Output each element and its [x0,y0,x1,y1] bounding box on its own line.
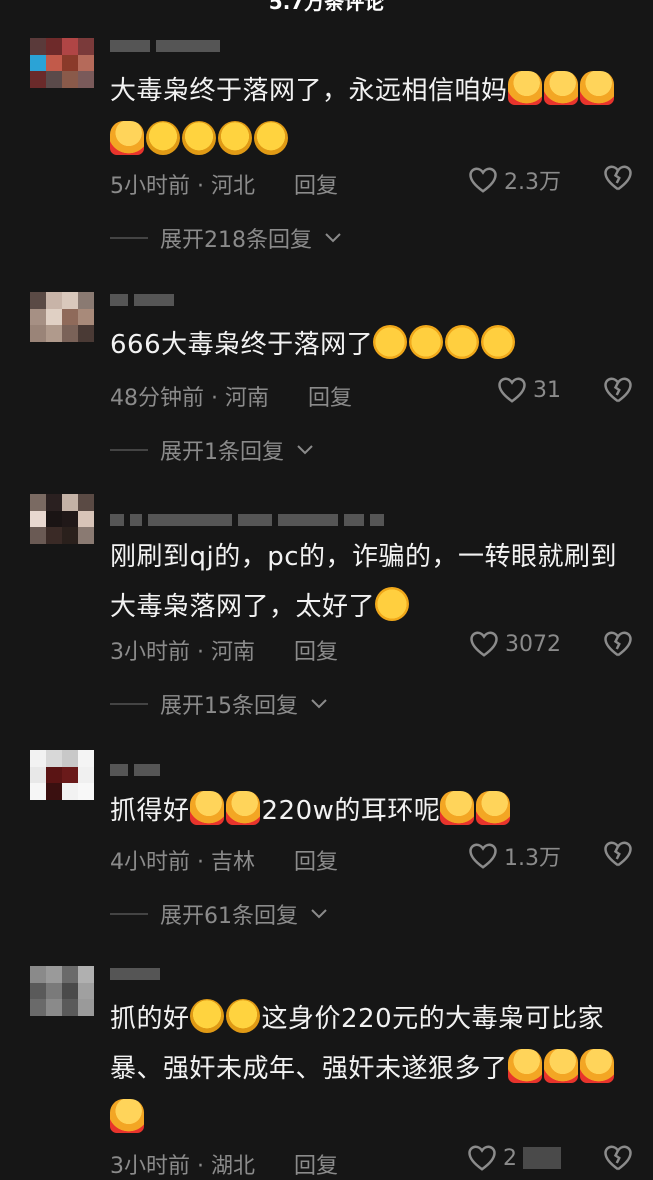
avatar[interactable] [30,966,94,1016]
clap-emoji [225,999,260,1033]
comment-meta: 48分钟前 · 河南 [110,386,269,411]
broken-heart-icon [604,631,632,657]
like-button[interactable]: 2 [467,1144,561,1172]
username-blurred[interactable] [110,40,220,54]
thumbs-up-emoji [110,121,144,155]
comments-count-title: 5.7万条评论 [268,0,385,14]
reply-button[interactable]: 回复 [294,168,338,200]
chevron-down-icon [311,909,327,919]
comment-meta: 3小时前 · 河南 [110,640,255,665]
thumbs-up-emoji [543,1049,578,1083]
username-blurred[interactable] [110,968,160,982]
thumbs-up-emoji [440,791,475,825]
divider-line [110,703,148,705]
thumbs-up-emoji [507,71,542,105]
expand-replies-button[interactable]: 展开1条回复 [110,434,314,466]
chevron-down-icon [297,445,313,455]
reply-button[interactable]: 回复 [294,844,338,876]
avatar[interactable] [30,494,94,544]
like-button[interactable]: 2.3万 [468,164,561,196]
broken-heart-icon [604,377,632,403]
clap-emoji [189,999,224,1033]
like-count: 31 [533,377,561,403]
comment-text: 666大毒枭终于落网了 [110,320,640,370]
grin-emoji [375,587,410,621]
like-button[interactable]: 31 [497,376,561,404]
thumbs-up-emoji [507,1049,542,1083]
dislike-button[interactable] [603,1144,633,1176]
like-button[interactable]: 3072 [469,630,561,658]
dislike-button[interactable] [603,376,633,408]
clap-emoji [218,121,252,155]
comment-text: 抓得好 220w的耳环呢 [110,786,640,836]
clap-emoji [146,121,180,155]
chevron-down-icon [311,699,327,709]
divider-line [110,449,148,451]
heart-outline-icon [469,167,497,193]
expand-replies-button[interactable]: 展开15条回复 [110,688,328,720]
thumbs-up-emoji [476,791,511,825]
grin-emoji [409,325,444,359]
reply-button[interactable]: 回复 [294,1148,338,1180]
heart-outline-icon [469,843,497,869]
dislike-button[interactable] [603,164,633,196]
broken-heart-icon [604,165,632,191]
chevron-down-icon [325,233,341,243]
like-count: 2.3万 [504,170,561,195]
clap-emoji [254,121,288,155]
grin-emoji [373,325,408,359]
username-blurred[interactable] [110,294,174,308]
expand-replies-button[interactable]: 展开218条回复 [110,222,342,254]
heart-outline-icon [498,377,526,403]
reply-button[interactable]: 回复 [308,380,352,412]
thumbs-up-emoji [579,1049,614,1083]
avatar[interactable] [30,38,94,88]
broken-heart-icon [604,841,632,867]
comment-text: 抓的好 这身价220元的大毒枭可比家 暴、强奸未成年、强奸未遂狠多了 [110,994,640,1144]
like-button[interactable]: 1.3万 [468,840,561,872]
dislike-button[interactable] [603,840,633,872]
thumbs-up-emoji [189,791,224,825]
expand-replies-button[interactable]: 展开61条回复 [110,898,328,930]
divider-line [110,237,148,239]
thumbs-up-emoji [110,1099,144,1133]
comment-text: 刚刷到qj的，pc的，诈骗的，一转眼就刷到 大毒枭落网了，太好了 [110,542,618,622]
username-blurred[interactable] [110,514,384,528]
username-blurred[interactable] [110,764,160,778]
like-count: 3072 [505,631,561,657]
broken-heart-icon [604,1145,632,1171]
comment-meta: 3小时前 · 湖北 [110,1154,255,1179]
thumbs-up-emoji [225,791,260,825]
heart-outline-icon [468,1145,496,1171]
heart-outline-icon [470,631,498,657]
comment-meta: 4小时前 · 吉林 [110,850,255,875]
comment-meta: 5小时前 · 河北 [110,174,255,199]
divider-line [110,913,148,915]
grin-emoji [445,325,480,359]
avatar[interactable] [30,292,94,342]
comment-text: 大毒枭终于落网了，永远相信咱妈 [110,66,640,166]
reply-button[interactable]: 回复 [294,634,338,666]
like-count-blurred [523,1147,561,1169]
avatar[interactable] [30,750,94,800]
dislike-button[interactable] [603,630,633,662]
grin-emoji [481,325,516,359]
thumbs-up-emoji [543,71,578,105]
like-count: 1.3万 [504,846,561,871]
thumbs-up-emoji [579,71,614,105]
like-count: 2 [503,1145,517,1171]
clap-emoji [182,121,216,155]
